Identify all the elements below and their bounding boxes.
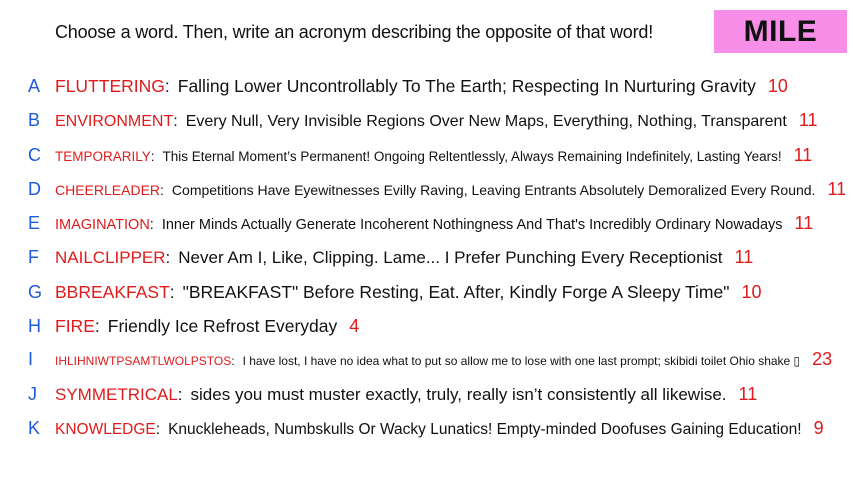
entry-letter: I <box>28 349 34 369</box>
entry-acronym: Inner Minds Actually Generate Incoherent… <box>161 217 783 233</box>
entry-letter-count: 11 <box>734 247 754 267</box>
entry-word: CHEERLEADER <box>55 182 161 198</box>
entry-colon: : <box>150 149 155 164</box>
entry-acronym: This Eternal Moment’s Permanent! Ongoing… <box>162 149 782 164</box>
entry-row: ENVIRONMENT: Every Null, Very Invisible R… <box>55 110 818 131</box>
entry-word: FIRE <box>55 316 95 336</box>
entry-acronym: I have lost, I have no idea what to put … <box>242 354 801 368</box>
entry-colon: : <box>169 282 175 302</box>
entry-letter-count: 10 <box>741 282 762 302</box>
entry-acronym: Falling Lower Uncontrollably To The Eart… <box>177 76 756 96</box>
entry-word: NAILCLIPPER <box>55 248 166 267</box>
entry-word: IMAGINATION <box>55 217 150 233</box>
word-badge: MILE <box>714 10 847 53</box>
entry-colon: : <box>160 182 164 198</box>
entry-acronym: "BREAKFAST" Before Resting, Eat. After, … <box>182 282 730 302</box>
entry-letter-count: 11 <box>794 213 814 233</box>
entry-row: KNOWLEDGE: Knuckleheads, Numbskulls Or Wa… <box>55 418 824 439</box>
prompt-text: Choose a word. Then, write an acronym de… <box>55 22 654 42</box>
entry-row: FLUTTERING: Falling Lower Uncontrollably … <box>55 76 788 97</box>
entry-colon: : <box>149 217 154 233</box>
entry-word: TEMPORARILY <box>55 149 151 164</box>
entry-row: BBREAKFAST: "BREAKFAST" Before Resting, E… <box>55 282 761 303</box>
entry-word: BBREAKFAST <box>55 282 170 302</box>
entry-letter-count: 11 <box>827 179 847 199</box>
entry-acronym: Friendly Ice Refrost Everyday <box>107 316 338 336</box>
entry-letter: K <box>28 418 41 438</box>
entry-colon: : <box>177 385 183 404</box>
entry-acronym: Never Am I, Like, Clipping. Lame... I Pr… <box>178 248 723 267</box>
entry-letter: J <box>28 384 37 404</box>
entry-acronym: Knuckleheads, Numbskulls Or Wacky Lunati… <box>168 421 802 438</box>
entry-letter: E <box>28 213 41 233</box>
entry-word: SYMMETRICAL <box>55 385 178 404</box>
entry-colon: : <box>164 76 170 96</box>
entry-word: IHLIHNIWTPSAMTLWOLPSTOS <box>55 354 232 368</box>
entry-letter-count: 11 <box>738 384 758 404</box>
entry-letter-count: 4 <box>349 316 360 336</box>
entry-colon: : <box>165 248 171 267</box>
entry-letter-count: 11 <box>793 145 813 165</box>
entry-letter: A <box>28 76 41 96</box>
entry-word: FLUTTERING <box>55 76 165 96</box>
entry-letter-count: 9 <box>813 418 824 438</box>
entry-row: CHEERLEADER: Competitions Have Eyewitness… <box>55 179 846 200</box>
entry-word: KNOWLEDGE <box>55 421 156 438</box>
entry-row: IMAGINATION: Inner Minds Actually Generat… <box>55 213 813 234</box>
entry-letter: C <box>28 145 41 165</box>
entry-colon: : <box>173 113 178 130</box>
entry-row: SYMMETRICAL: sides you must muster exactl… <box>55 384 757 405</box>
entry-word: ENVIRONMENT <box>55 113 174 130</box>
entry-row: NAILCLIPPER: Never Am I, Like, Clipping. … <box>55 247 753 268</box>
entry-acronym: Every Null, Very Invisible Regions Over … <box>185 113 787 130</box>
entry-colon: : <box>155 421 161 438</box>
entry-letter: G <box>28 282 43 302</box>
entry-colon: : <box>94 316 100 336</box>
entry-colon: : <box>231 354 235 368</box>
entry-letter: F <box>28 247 39 267</box>
entry-row: IHLIHNIWTPSAMTLWOLPSTOS: I have lost, I h… <box>55 349 832 370</box>
entry-acronym: Competitions Have Eyewitnesses Evilly Ra… <box>171 182 816 198</box>
entry-letter-count: 11 <box>798 110 818 130</box>
entry-letter: D <box>28 179 41 199</box>
entry-row: TEMPORARILY: This Eternal Moment’s Perman… <box>55 145 812 166</box>
entry-acronym: sides you must muster exactly, truly, re… <box>190 385 727 404</box>
entry-letter-count: 23 <box>812 349 833 369</box>
entry-letter: B <box>28 110 41 130</box>
entry-row: FIRE: Friendly Ice Refrost Everyday 4 <box>55 316 359 337</box>
entry-letter: H <box>28 316 41 336</box>
entry-letter-count: 10 <box>767 76 788 96</box>
